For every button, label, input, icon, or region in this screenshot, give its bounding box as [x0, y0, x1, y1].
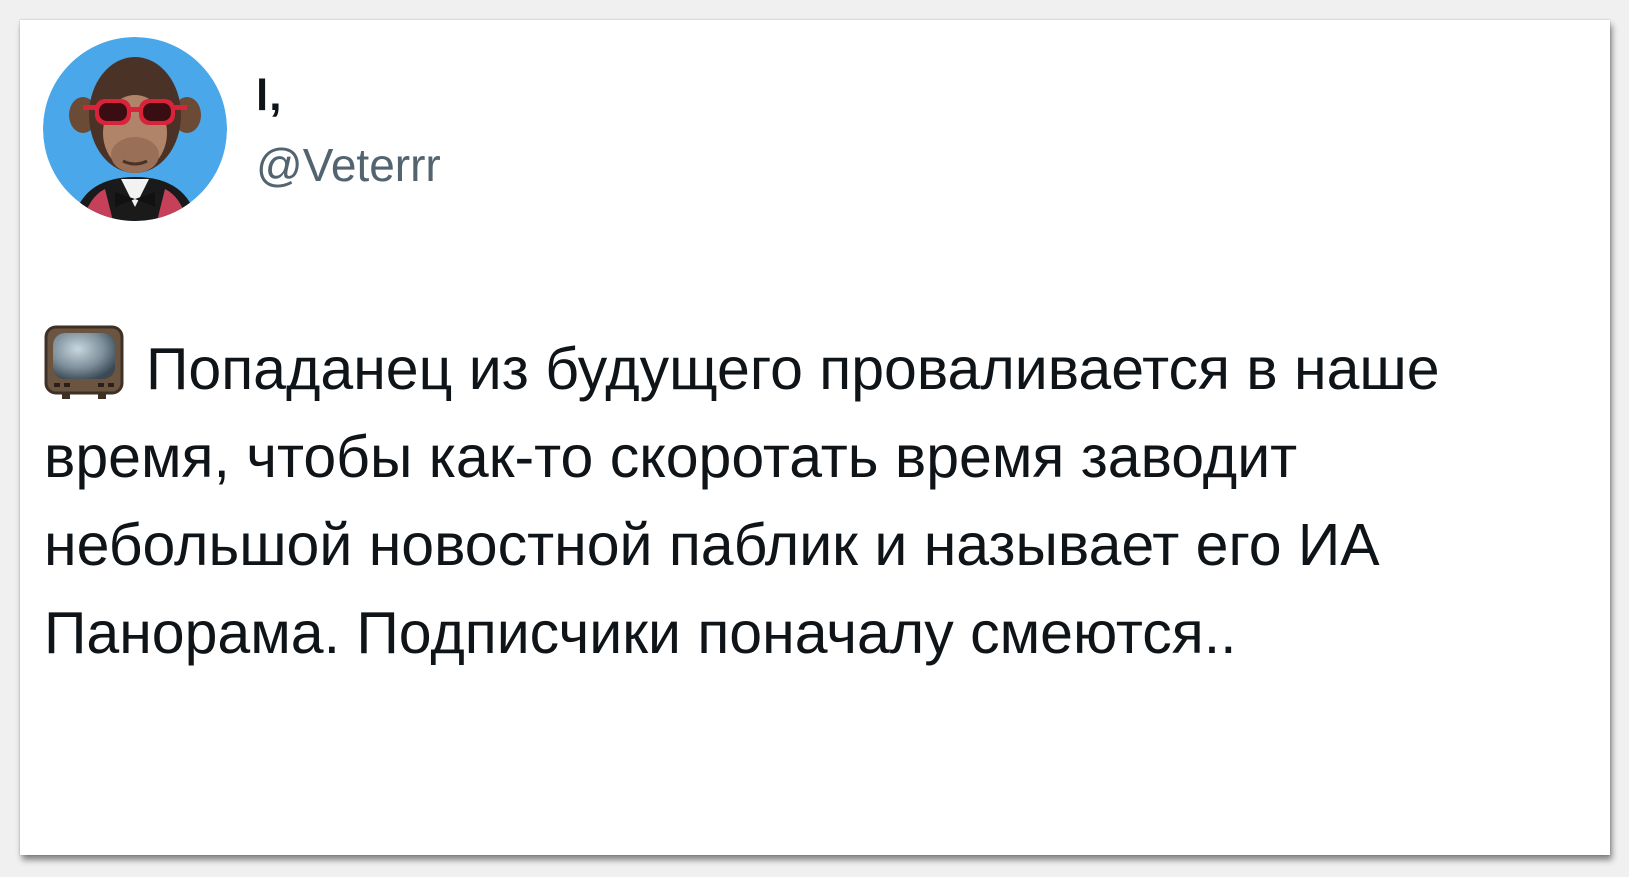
tweet-card: l, @Veterrr Попаданец из будущего провал…: [20, 20, 1610, 855]
author-avatar[interactable]: [43, 37, 227, 221]
author-display-name[interactable]: l,: [256, 74, 282, 118]
tweet-body: Попаданец из будущего проваливается в на…: [44, 325, 1584, 677]
author-handle[interactable]: @Veterrr: [256, 142, 441, 188]
television-icon: [44, 325, 124, 401]
tweet-text: Попаданец из будущего проваливается в на…: [44, 336, 1440, 666]
monkey-avatar-icon: [43, 37, 227, 221]
